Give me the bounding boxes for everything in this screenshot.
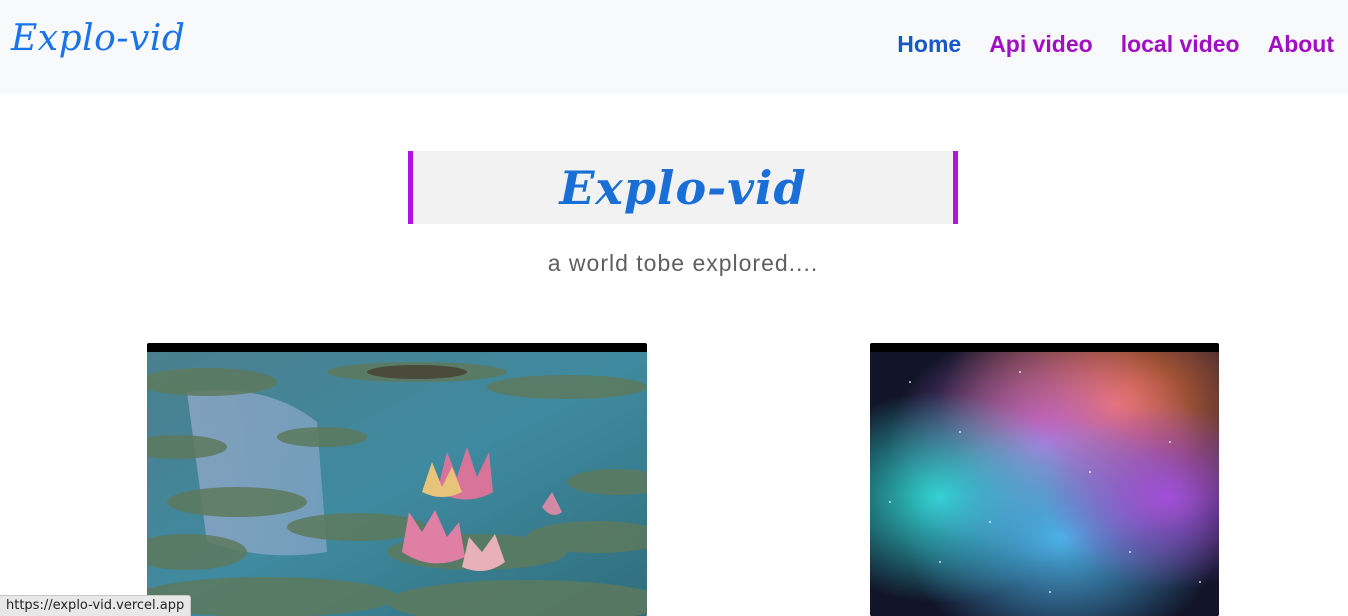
nav-link-local-video[interactable]: local video: [1121, 31, 1240, 58]
hero-tagline: a world tobe explored....: [547, 250, 819, 276]
water-lilies-video-frame: [147, 352, 647, 616]
nav-link-home[interactable]: Home: [897, 31, 961, 58]
browser-status-bar: https://explo-vid.vercel.app: [0, 595, 192, 616]
hero-title-box: Explo-vid: [408, 151, 958, 224]
navbar: Explo-vid Home Api video local video Abo…: [0, 0, 1348, 94]
nebula-video-frame: [870, 352, 1219, 616]
hero-title: Explo-vid: [559, 160, 807, 215]
brand-logo-link[interactable]: Explo-vid: [11, 18, 185, 59]
nav-link-api-video[interactable]: Api video: [989, 31, 1093, 58]
video-player-nebula[interactable]: [870, 343, 1219, 616]
video-player-water-lilies[interactable]: [147, 343, 647, 616]
nav-link-about[interactable]: About: [1268, 31, 1334, 58]
nav-links: Home Api video local video About: [897, 31, 1334, 58]
